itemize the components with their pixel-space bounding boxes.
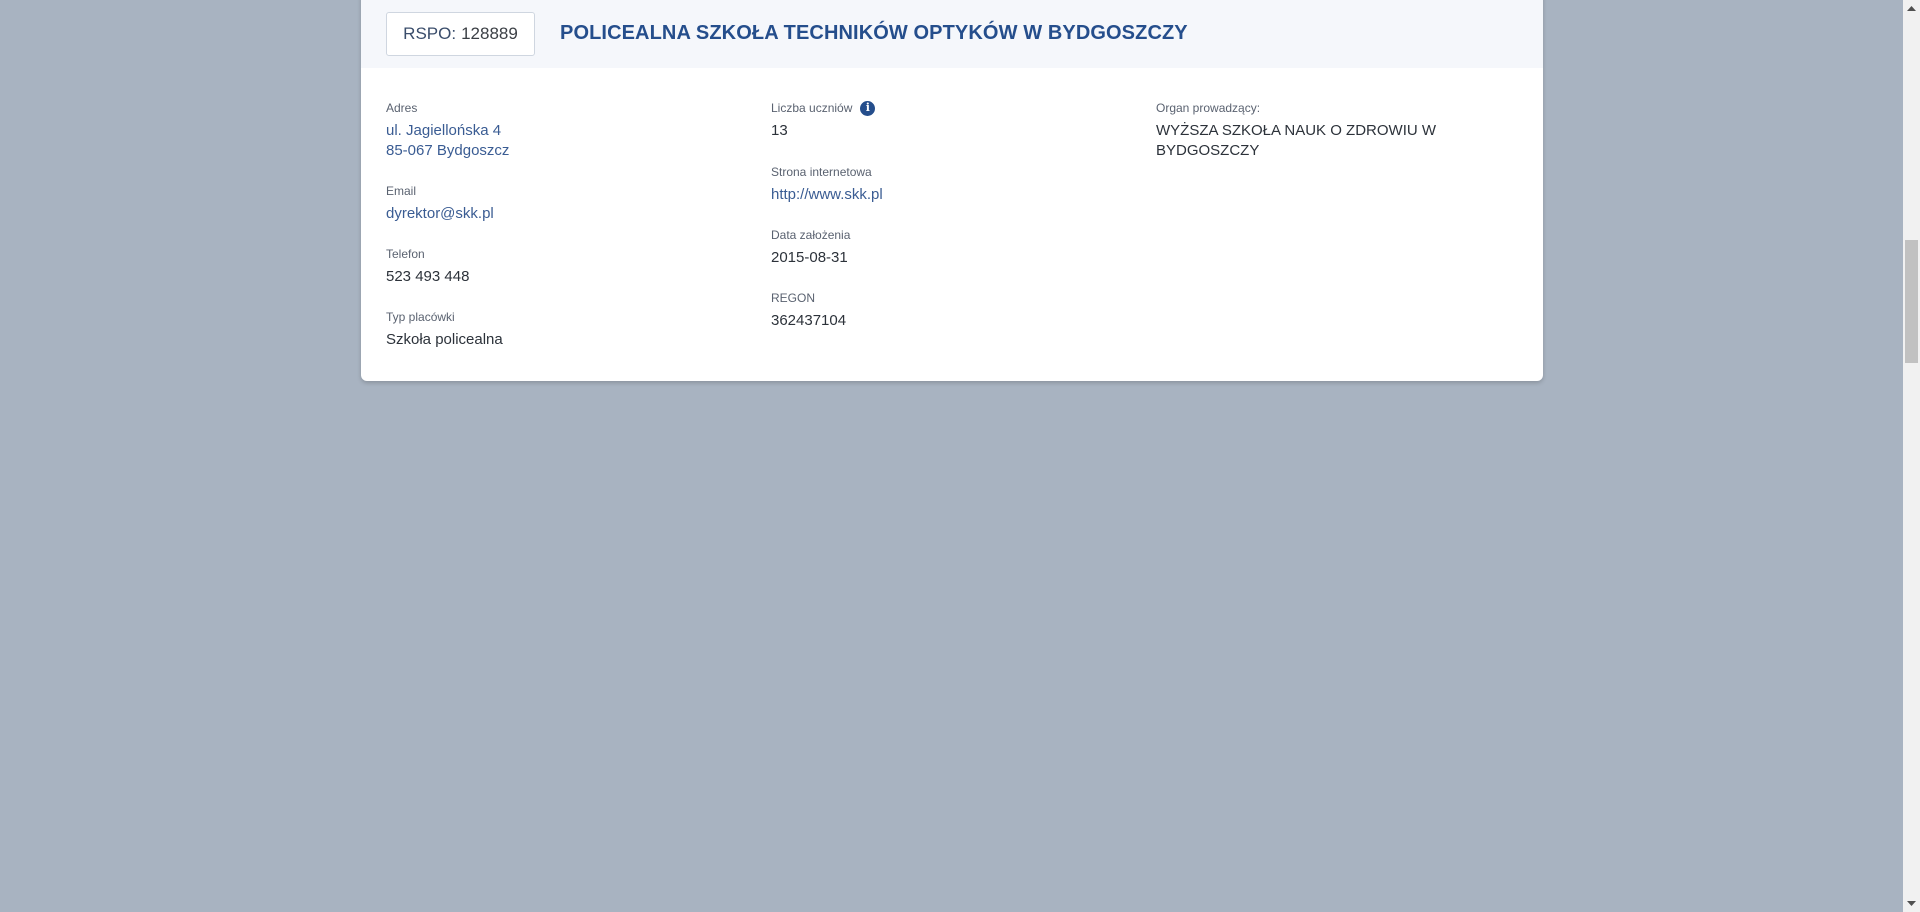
email-label: Email — [386, 184, 417, 198]
students-field: Liczba uczniów i 13 — [771, 100, 1131, 165]
type-value: Szkoła policealna — [386, 331, 503, 348]
address-link[interactable]: ul. Jagiellońska 4 85-067 Bydgoszcz — [386, 121, 746, 161]
students-value: 13 — [771, 122, 788, 139]
rspo-number: 128889 — [461, 24, 518, 43]
founded-field: Data założenia 2015-08-31 — [771, 228, 1131, 291]
phone-value: 523 493 448 — [386, 268, 470, 285]
scroll-up-arrow-icon[interactable] — [1903, 0, 1920, 17]
info-icon[interactable]: i — [860, 100, 876, 116]
address-field: Adres ul. Jagiellońska 4 85-067 Bydgoszc… — [386, 101, 746, 184]
school-card: RSPO: 128889 POLICEALNA SZKOŁA TECHNIKÓW… — [361, 0, 1543, 381]
page: RSPO: 128889 POLICEALNA SZKOŁA TECHNIKÓW… — [0, 0, 1920, 912]
phone-field: Telefon 523 493 448 — [386, 247, 746, 310]
regon-field: REGON 362437104 — [771, 291, 1131, 331]
founded-value: 2015-08-31 — [771, 249, 848, 266]
scrollbar-thumb[interactable] — [1905, 240, 1918, 363]
email-link[interactable]: dyrektor@skk.pl — [386, 204, 746, 224]
regon-value: 362437104 — [771, 312, 847, 329]
type-field: Typ placówki Szkoła policealna — [386, 310, 746, 350]
address-line-2: 85-067 Bydgoszcz — [386, 142, 510, 159]
school-name: POLICEALNA SZKOŁA TECHNIKÓW OPTYKÓW W BY… — [560, 22, 1188, 44]
founded-label: Data założenia — [771, 228, 851, 242]
website-link[interactable]: http://www.skk.pl — [771, 185, 1131, 205]
rspo-prefix: RSPO: — [403, 24, 457, 43]
details-column-1: Adres ul. Jagiellońska 4 85-067 Bydgoszc… — [386, 101, 746, 350]
details-column-2: Liczba uczniów i 13 Strona internetowa h… — [771, 100, 1131, 331]
email-field: Email dyrektor@skk.pl — [386, 184, 746, 247]
card-header: RSPO: 128889 POLICEALNA SZKOŁA TECHNIKÓW… — [361, 0, 1543, 68]
rspo-badge: RSPO: 128889 — [386, 12, 535, 56]
organ-value: WYŻSZA SZKOŁA NAUK O ZDROWIU W BYDGOSZCZ… — [1156, 122, 1437, 159]
type-label: Typ placówki — [386, 310, 455, 324]
organ-field: Organ prowadzący: WYŻSZA SZKOŁA NAUK O Z… — [1156, 101, 1541, 161]
phone-label: Telefon — [386, 247, 425, 261]
scroll-down-arrow-icon[interactable] — [1903, 895, 1920, 912]
students-label-row: Liczba uczniów i — [771, 100, 1131, 116]
website-field: Strona internetowa http://www.skk.pl — [771, 165, 1131, 228]
organ-label: Organ prowadzący: — [1156, 101, 1261, 115]
website-label: Strona internetowa — [771, 165, 872, 179]
vertical-scrollbar[interactable] — [1903, 0, 1920, 912]
address-label: Adres — [386, 101, 418, 115]
details-column-3: Organ prowadzący: WYŻSZA SZKOŁA NAUK O Z… — [1156, 101, 1541, 161]
address-line-1: ul. Jagiellońska 4 — [386, 122, 502, 139]
students-label: Liczba uczniów — [771, 101, 853, 115]
regon-label: REGON — [771, 291, 816, 305]
